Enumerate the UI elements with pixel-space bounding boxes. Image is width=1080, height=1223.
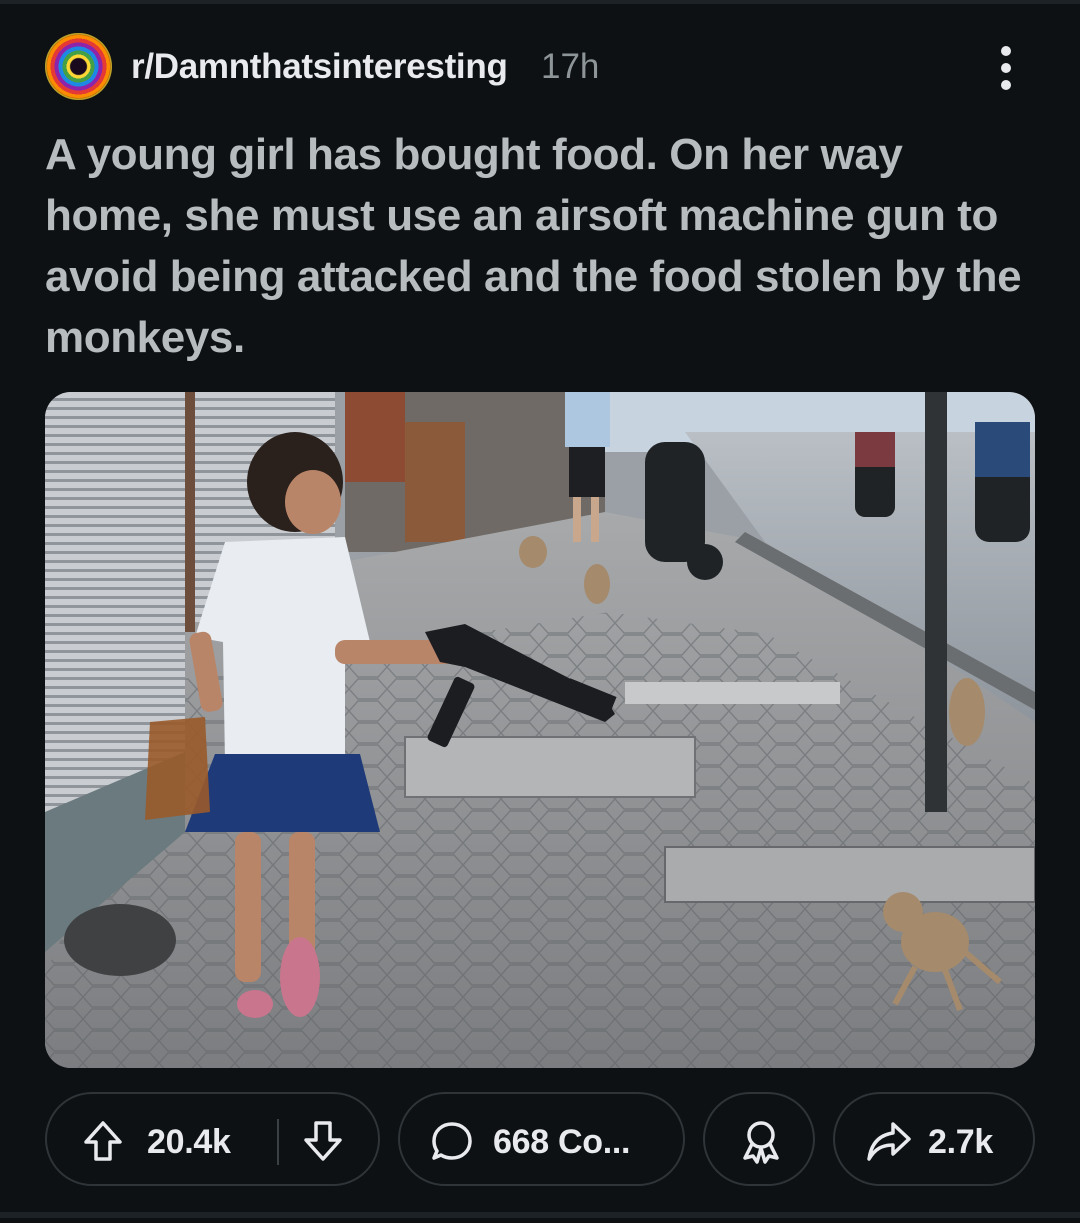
post-age: 17h bbox=[541, 47, 600, 86]
subreddit-avatar[interactable] bbox=[45, 33, 112, 100]
share-count: 2.7k bbox=[928, 1123, 993, 1161]
award-button[interactable] bbox=[703, 1092, 815, 1186]
share-button[interactable]: 2.7k bbox=[833, 1092, 1035, 1186]
more-vertical-icon bbox=[1001, 46, 1011, 56]
vote-pill: 20.4k bbox=[45, 1092, 380, 1186]
post-image[interactable] bbox=[45, 392, 1035, 1068]
upvote-arrow-icon[interactable] bbox=[83, 1120, 123, 1162]
post-title[interactable]: A young girl has bought food. On her way… bbox=[45, 124, 1035, 368]
comment-button[interactable]: 668 Co... bbox=[398, 1092, 685, 1186]
comment-count: 668 Co... bbox=[493, 1123, 631, 1161]
post-header: r/Damnthatsinteresting 17h bbox=[45, 33, 1035, 103]
award-icon bbox=[743, 1121, 779, 1164]
post-action-bar: 20.4k 668 Co... 2.7k bbox=[45, 1092, 1035, 1188]
top-divider bbox=[0, 0, 1080, 4]
more-options-button[interactable] bbox=[988, 43, 1024, 93]
comment-bubble-icon bbox=[432, 1122, 472, 1160]
bottom-divider bbox=[0, 1212, 1080, 1218]
vote-divider bbox=[277, 1119, 279, 1165]
subreddit-name[interactable]: r/Damnthatsinteresting bbox=[131, 47, 508, 87]
upvote-count: 20.4k bbox=[147, 1123, 231, 1161]
share-arrow-icon bbox=[867, 1122, 911, 1161]
downvote-arrow-icon[interactable] bbox=[303, 1120, 343, 1162]
